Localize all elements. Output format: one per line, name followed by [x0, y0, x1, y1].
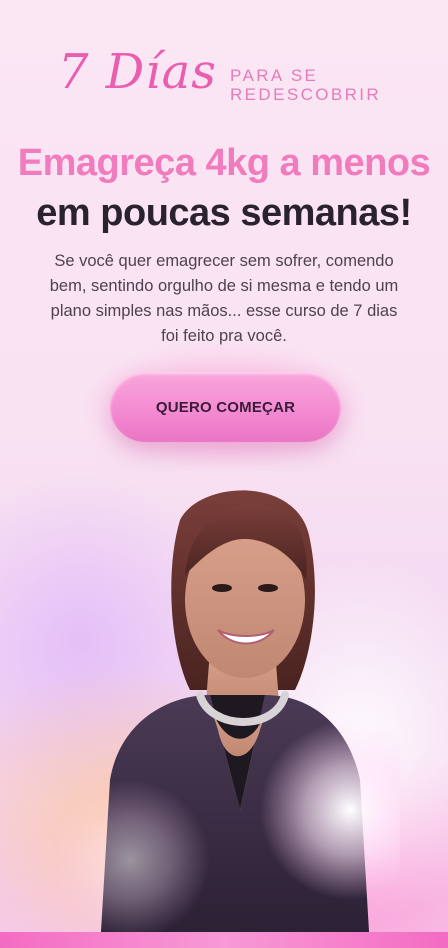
logo-tagline-line1: PARA SE: [230, 66, 319, 85]
brand-logo: 7 Días PARA SE REDESCOBRIR: [58, 48, 398, 128]
headline-highlight: Emagreça 4kg a menos: [17, 142, 431, 184]
logo-tagline-line2: REDESCOBRIR: [230, 85, 382, 104]
logo-tagline: PARA SE REDESCOBRIR: [230, 66, 381, 104]
logo-script-title: 7 Días: [58, 44, 217, 100]
bottom-accent-bar: [0, 932, 448, 948]
instructor-photo: [60, 490, 400, 948]
start-button[interactable]: QUERO COMEÇAR: [110, 372, 341, 442]
hero-description: Se você quer emagrecer sem sofrer, comen…: [49, 252, 399, 345]
start-button-label: QUERO COMEÇAR: [155, 398, 296, 416]
headline-main: em poucas semanas!: [36, 192, 412, 234]
